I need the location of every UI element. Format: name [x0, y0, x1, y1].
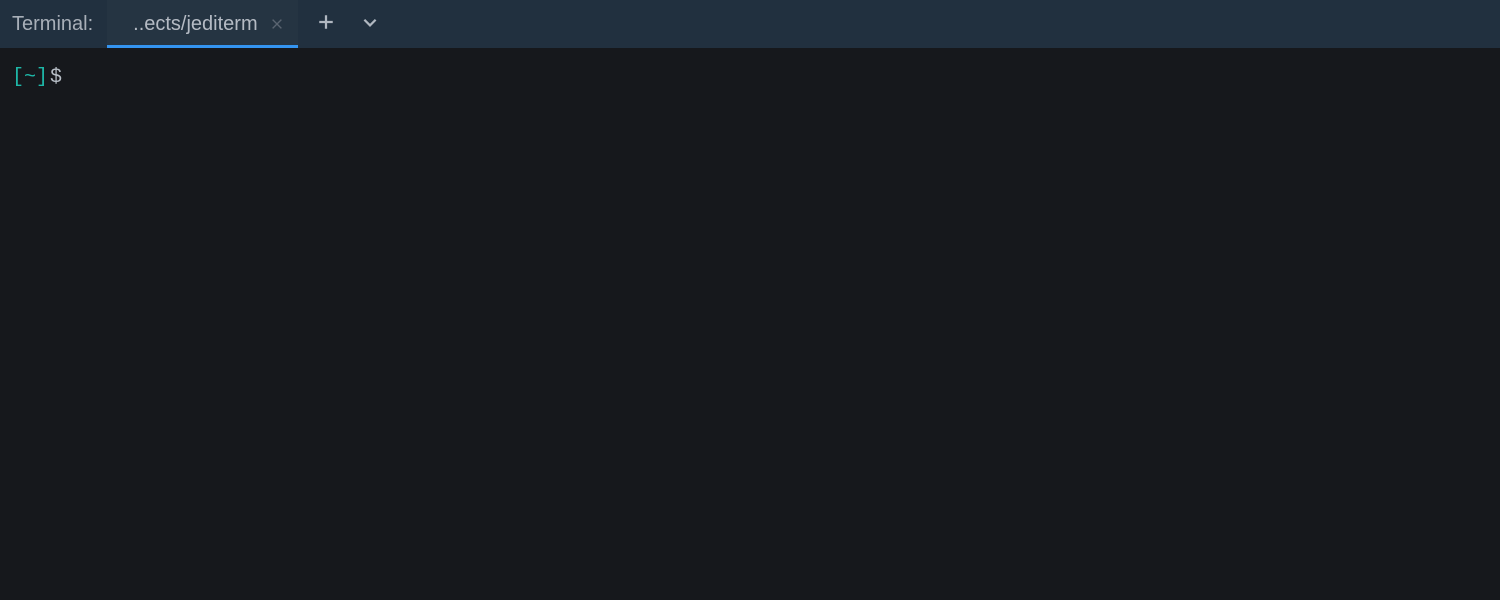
new-tab-button[interactable] [310, 8, 342, 40]
panel-title: Terminal: [12, 13, 107, 36]
close-icon[interactable] [270, 17, 284, 31]
prompt-close-bracket: ] [36, 64, 48, 92]
prompt-symbol: $ [50, 64, 62, 92]
terminal-tab-bar: Terminal: ..ects/jediterm [0, 0, 1500, 48]
prompt-line: [ ~ ] $ [12, 64, 1488, 92]
tab-dropdown-button[interactable] [354, 8, 386, 40]
terminal-tab[interactable]: ..ects/jediterm [107, 0, 297, 48]
plus-icon [317, 13, 335, 36]
prompt-open-bracket: [ [12, 64, 24, 92]
terminal-output[interactable]: [ ~ ] $ [0, 48, 1500, 600]
tab-label: ..ects/jediterm [133, 13, 257, 36]
chevron-down-icon [361, 13, 379, 36]
prompt-path: ~ [24, 64, 36, 92]
